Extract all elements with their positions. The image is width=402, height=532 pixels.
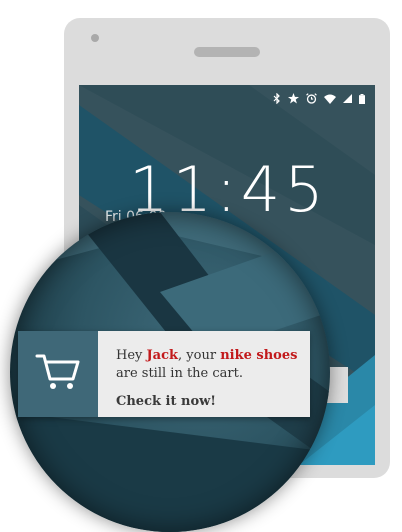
notification-body: Hey Jack, your nike shoes are still in t… [98, 331, 310, 417]
greeting-text: Hey [116, 348, 143, 363]
notification-icon-panel [18, 331, 98, 417]
alarm-icon [306, 93, 317, 107]
check-it-now-link[interactable]: Check it now! [116, 393, 310, 411]
product-name: nike shoes [220, 348, 298, 363]
notification-message: Hey Jack, your nike shoes are still in t… [116, 347, 310, 383]
signal-icon [343, 94, 352, 106]
star-icon [288, 93, 299, 107]
message-end-text: are still in the cart. [116, 366, 243, 381]
front-camera [91, 34, 99, 42]
wifi-icon [324, 94, 336, 107]
user-name: Jack [146, 348, 179, 363]
cart-icon [35, 352, 81, 396]
message-mid-text: , your [178, 348, 217, 363]
earpiece-speaker [194, 47, 260, 57]
bluetooth-icon [273, 92, 281, 107]
cart-notification[interactable]: Hey Jack, your nike shoes are still in t… [18, 331, 310, 417]
status-bar [273, 92, 365, 107]
battery-icon [359, 93, 365, 107]
